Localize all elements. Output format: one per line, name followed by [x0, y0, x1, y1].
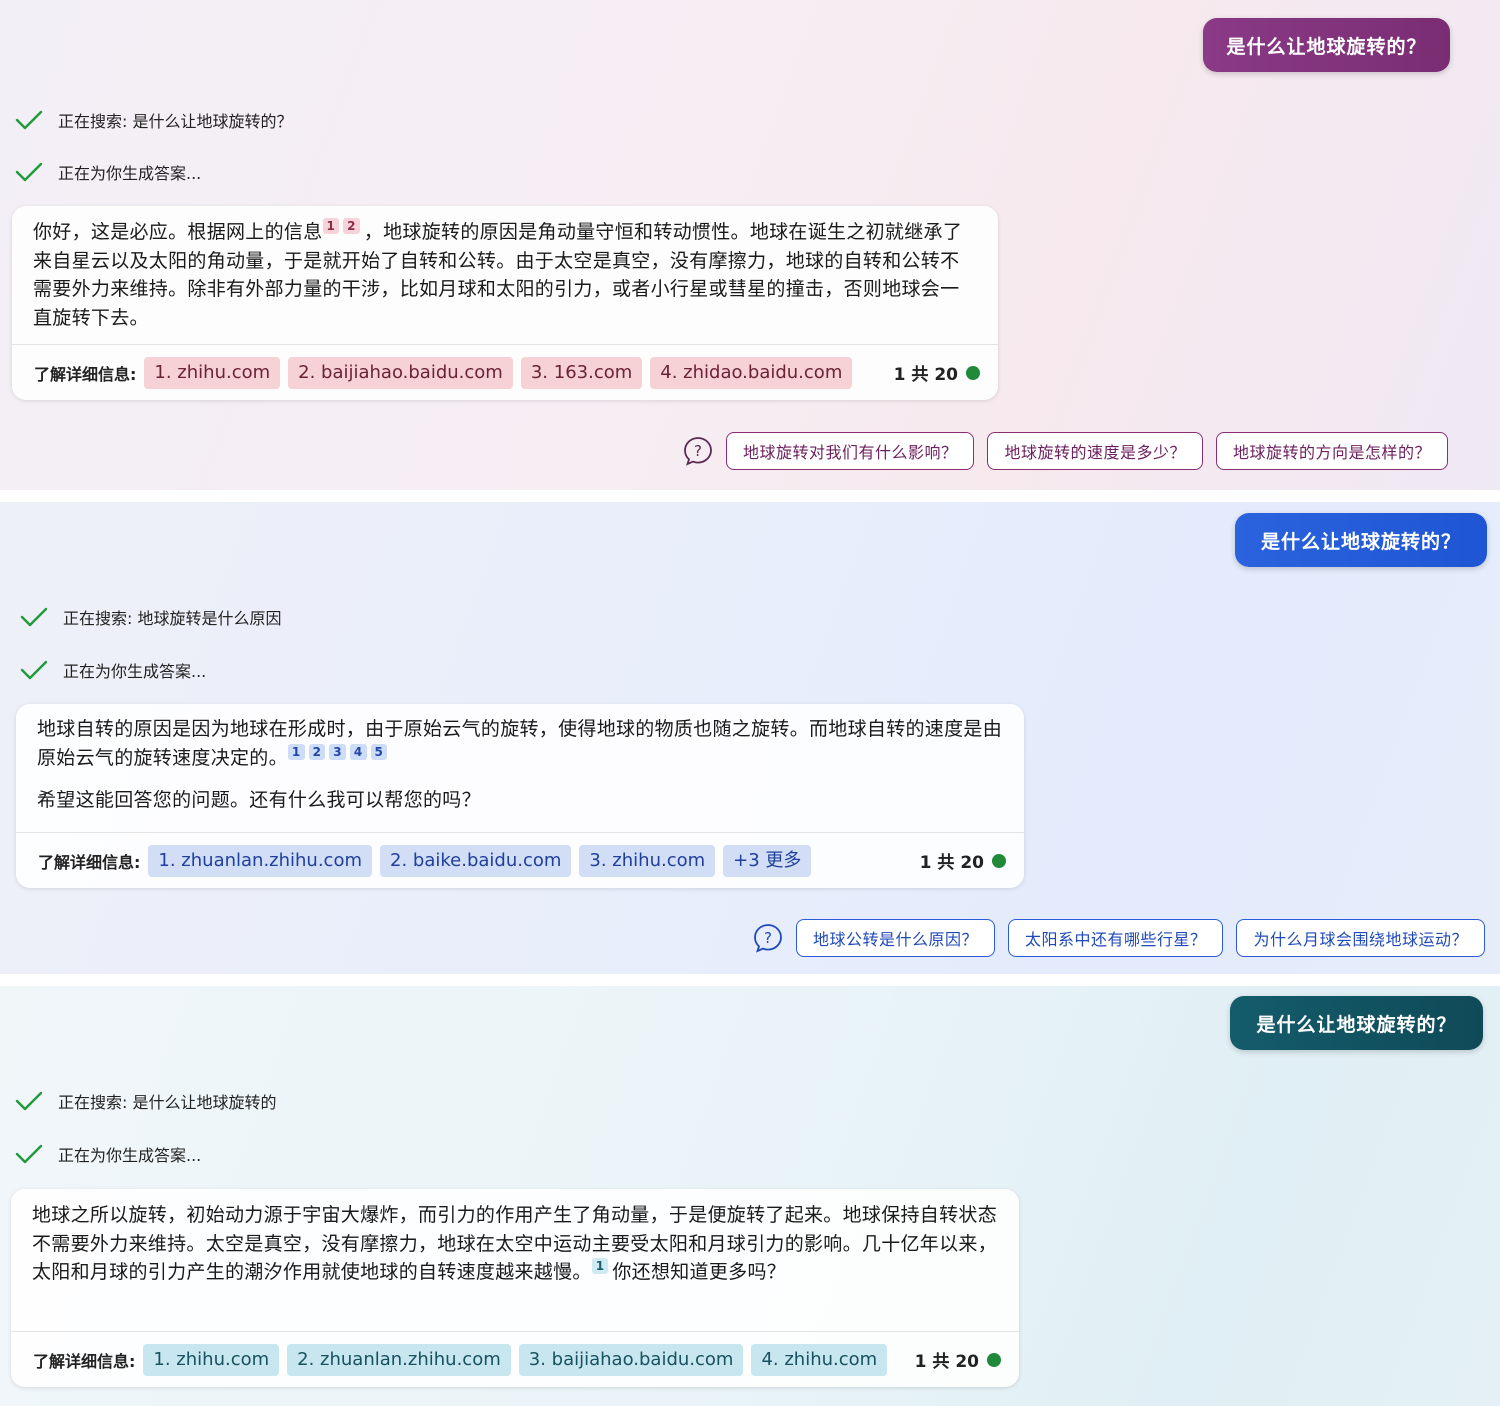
citation-badge[interactable]: 3: [329, 743, 346, 760]
suggestion-chip[interactable]: 地球旋转的方向是怎样的？: [1215, 432, 1448, 470]
status-text: 正在为你生成答案...: [58, 1146, 202, 1165]
status-dot-icon: [966, 365, 980, 380]
source-link[interactable]: 1. zhuanlan.zhihu.com: [148, 844, 373, 877]
suggestion-row: ? 地球公转是什么原因？ 太阳系中还有哪些行星？ 为什么月球会围绕地球运动？: [752, 919, 1485, 957]
status-searching: 正在搜索: 地球旋转是什么原因: [19, 605, 281, 629]
source-link[interactable]: 3. 163.com: [520, 356, 643, 389]
chat-panel-1: 是什么让地球旋转的？ 正在搜索: 是什么让地球旋转的？ 正在为你生成答案... …: [0, 0, 1500, 490]
source-link[interactable]: 1. zhihu.com: [143, 1343, 280, 1376]
answer-card: 你好，这是必应。根据网上的信息 1 2 ，地球旋转的原因是角动量守恒和转动惯性。地球在…: [12, 206, 998, 400]
status-text: 正在搜索: 是什么让地球旋转的: [58, 1093, 277, 1112]
learn-more-label: 了解详细信息:: [33, 1351, 136, 1371]
status-searching: 正在搜索: 是什么让地球旋转的: [14, 1089, 276, 1113]
check-icon: [15, 110, 43, 130]
answer-text: 你好，这是必应。根据网上的信息 1 2 ，地球旋转的原因是角动量守恒和转动惯性。地球在…: [33, 218, 963, 329]
status-text: 正在为你生成答案...: [63, 662, 207, 681]
svg-text:?: ?: [694, 442, 702, 460]
source-link[interactable]: 4. zhihu.com: [751, 1343, 888, 1376]
status-generating: 正在为你生成答案...: [14, 160, 201, 184]
response-count: 1 共 20: [914, 1352, 979, 1372]
check-icon: [20, 607, 48, 627]
suggestion-chip[interactable]: 地球公转是什么原因？: [795, 919, 995, 957]
check-icon: [15, 1091, 43, 1111]
question-bubble-icon[interactable]: ?: [752, 922, 784, 954]
learn-more-label: 了解详细信息:: [38, 852, 141, 872]
svg-text:?: ?: [764, 929, 772, 947]
suggestion-chip[interactable]: 地球旋转对我们有什么影响？: [725, 432, 975, 470]
more-sources-link[interactable]: +3 更多: [723, 844, 812, 877]
learn-more-bar: 了解详细信息: 1. zhihu.com 2. baijiahao.baidu.…: [12, 344, 998, 400]
citation-badge[interactable]: 2: [343, 218, 360, 234]
status-dot-icon: [987, 1352, 1001, 1367]
source-link[interactable]: 2. zhuanlan.zhihu.com: [287, 1343, 511, 1376]
source-link[interactable]: 3. baijiahao.baidu.com: [518, 1343, 744, 1376]
status-generating: 正在为你生成答案...: [19, 658, 206, 682]
status-text: 正在为你生成答案...: [58, 164, 202, 183]
user-message-bubble: 是什么让地球旋转的？: [1235, 513, 1487, 567]
status-text: 正在搜索: 是什么让地球旋转的？: [58, 112, 293, 131]
chat-panel-2: 是什么让地球旋转的？ 正在搜索: 地球旋转是什么原因 正在为你生成答案... 地…: [0, 502, 1500, 974]
citation-badge[interactable]: 1: [322, 218, 340, 234]
learn-more-bar: 了解详细信息: 1. zhuanlan.zhihu.com 2. baike.b…: [16, 832, 1024, 888]
status-text: 正在搜索: 地球旋转是什么原因: [63, 609, 282, 628]
check-icon: [20, 660, 48, 680]
suggestion-chip[interactable]: 地球旋转的速度是多少？: [987, 432, 1203, 470]
source-link[interactable]: 2. baijiahao.baidu.com: [288, 356, 513, 389]
learn-more-label: 了解详细信息:: [34, 364, 137, 384]
source-link[interactable]: 1. zhihu.com: [144, 356, 281, 389]
suggestion-row: ? 地球旋转对我们有什么影响？ 地球旋转的速度是多少？ 地球旋转的方向是怎样的？: [682, 432, 1448, 470]
source-link[interactable]: 2. baike.baidu.com: [380, 844, 572, 877]
check-icon: [15, 1144, 43, 1164]
suggestion-chip[interactable]: 太阳系中还有哪些行星？: [1007, 919, 1224, 957]
citation-badge[interactable]: 2: [308, 743, 326, 760]
answer-card: 地球之所以旋转，初始动力源于宇宙大爆炸，而引力的作用产生了角动量，于是便旋转了起…: [11, 1189, 1019, 1387]
check-icon: [15, 162, 43, 182]
citation-badge[interactable]: 1: [591, 1258, 609, 1274]
citation-badge[interactable]: 5: [370, 743, 388, 760]
user-message-bubble: 是什么让地球旋转的？: [1230, 996, 1483, 1050]
suggestion-chip[interactable]: 为什么月球会围绕地球运动？: [1236, 919, 1485, 957]
response-count: 1 共 20: [893, 365, 958, 385]
answer-text: 地球自转的原因是因为地球在形成时，由于原始云气的旋转，使得地球的物质也随之旋转。…: [37, 718, 1003, 811]
user-message-bubble: 是什么让地球旋转的？: [1203, 18, 1450, 72]
answer-text: 地球之所以旋转，初始动力源于宇宙大爆炸，而引力的作用产生了角动量，于是便旋转了起…: [32, 1204, 998, 1283]
source-link[interactable]: 4. zhidao.baidu.com: [650, 356, 853, 389]
citation-badge[interactable]: 4: [349, 743, 367, 760]
learn-more-bar: 了解详细信息: 1. zhihu.com 2. zhuanlan.zhihu.c…: [11, 1331, 1019, 1387]
status-searching: 正在搜索: 是什么让地球旋转的？: [14, 108, 292, 132]
answer-card: 地球自转的原因是因为地球在形成时，由于原始云气的旋转，使得地球的物质也随之旋转。…: [16, 704, 1024, 888]
response-count: 1 共 20: [919, 853, 984, 873]
status-dot-icon: [992, 853, 1006, 868]
chat-panel-3: 是什么让地球旋转的？ 正在搜索: 是什么让地球旋转的 正在为你生成答案... 地…: [0, 986, 1500, 1406]
source-link[interactable]: 3. zhihu.com: [579, 844, 716, 877]
question-bubble-icon[interactable]: ?: [682, 435, 714, 467]
citation-badge[interactable]: 1: [287, 743, 305, 760]
status-generating: 正在为你生成答案...: [14, 1142, 201, 1166]
